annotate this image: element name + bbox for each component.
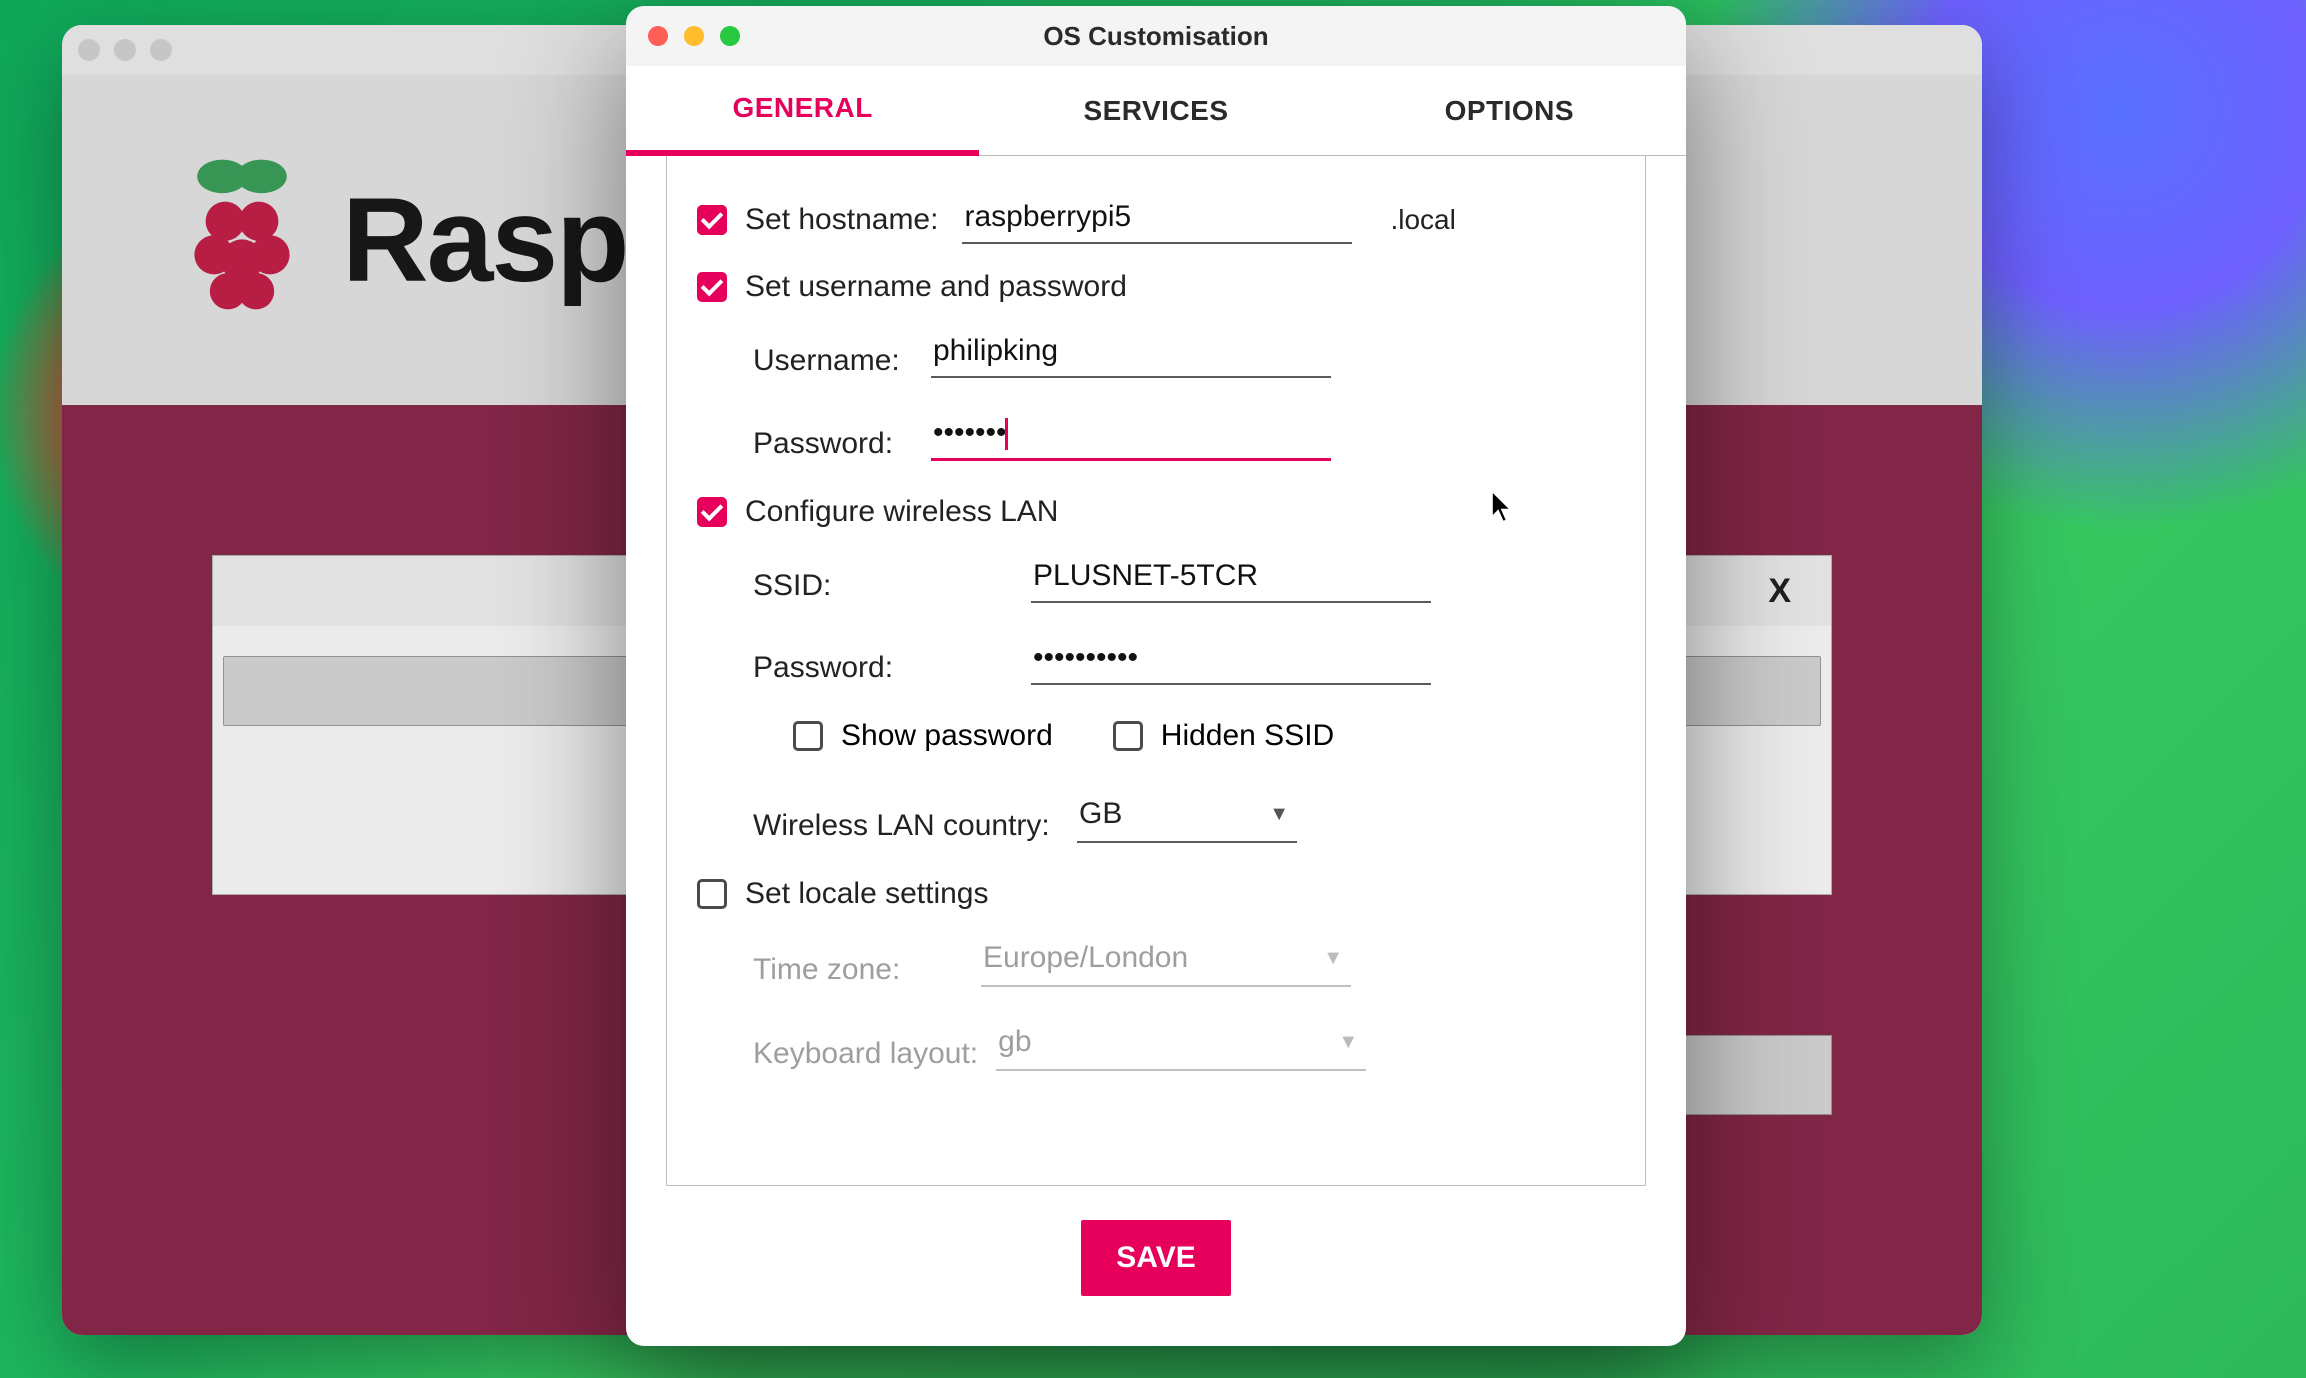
keyboard-select: gb ▼ (996, 1021, 1366, 1071)
chevron-down-icon: ▼ (1323, 947, 1343, 970)
tab-label: GENERAL (732, 92, 872, 124)
timezone-select: Europe/London ▼ (981, 937, 1351, 987)
set-hostname-label: Set hostname: (745, 203, 938, 237)
username-label: Username: (753, 344, 913, 378)
set-hostname-checkbox[interactable] (697, 205, 727, 235)
tab-services[interactable]: SERVICES (979, 66, 1332, 156)
ssid-input[interactable] (1031, 555, 1431, 603)
tab-label: OPTIONS (1445, 95, 1575, 127)
general-panel: Set hostname: .local Set username and pa… (666, 156, 1646, 1186)
hidden-ssid-label: Hidden SSID (1161, 719, 1334, 753)
wifi-country-value: GB (1079, 797, 1122, 831)
ssid-label: SSID: (753, 569, 1013, 603)
set-user-label: Set username and password (745, 270, 1127, 304)
tabs: GENERAL SERVICES OPTIONS (626, 66, 1686, 156)
text-caret (1005, 418, 1008, 450)
tab-general[interactable]: GENERAL (626, 66, 979, 156)
modal-title: OS Customisation (626, 21, 1686, 52)
keyboard-value: gb (998, 1025, 1031, 1059)
wifi-country-label: Wireless LAN country: (753, 809, 1059, 843)
tab-label: SERVICES (1083, 95, 1228, 127)
timezone-value: Europe/London (983, 941, 1188, 975)
password-mask: ••••••• (933, 416, 1007, 449)
set-locale-checkbox[interactable] (697, 879, 727, 909)
wifi-password-label: Password: (753, 651, 1013, 685)
set-user-checkbox[interactable] (697, 272, 727, 302)
set-locale-label: Set locale settings (745, 877, 988, 911)
keyboard-label: Keyboard layout: (753, 1037, 978, 1071)
wifi-country-select[interactable]: GB ▼ (1077, 793, 1297, 843)
os-customisation-modal: OS Customisation GENERAL SERVICES OPTION… (626, 6, 1686, 1346)
modal-titlebar: OS Customisation (626, 6, 1686, 66)
wifi-password-mask: •••••••••• (1033, 641, 1138, 674)
wifi-password-input[interactable]: •••••••••• (1031, 637, 1431, 685)
password-label: Password: (753, 427, 913, 461)
save-button[interactable]: SAVE (1081, 1220, 1231, 1296)
tab-options[interactable]: OPTIONS (1333, 66, 1686, 156)
show-password-label: Show password (841, 719, 1053, 753)
timezone-label: Time zone: (753, 953, 963, 987)
save-button-label: SAVE (1116, 1241, 1195, 1275)
password-input[interactable]: ••••••• (931, 412, 1331, 461)
configure-wifi-label: Configure wireless LAN (745, 495, 1058, 529)
hostname-input[interactable] (962, 196, 1352, 244)
hidden-ssid-checkbox[interactable] (1113, 721, 1143, 751)
chevron-down-icon: ▼ (1338, 1031, 1358, 1054)
username-input[interactable] (931, 330, 1331, 378)
show-password-checkbox[interactable] (793, 721, 823, 751)
chevron-down-icon: ▼ (1269, 803, 1289, 826)
configure-wifi-checkbox[interactable] (697, 497, 727, 527)
hostname-suffix: .local (1390, 204, 1455, 236)
cursor-icon (1490, 490, 1516, 531)
